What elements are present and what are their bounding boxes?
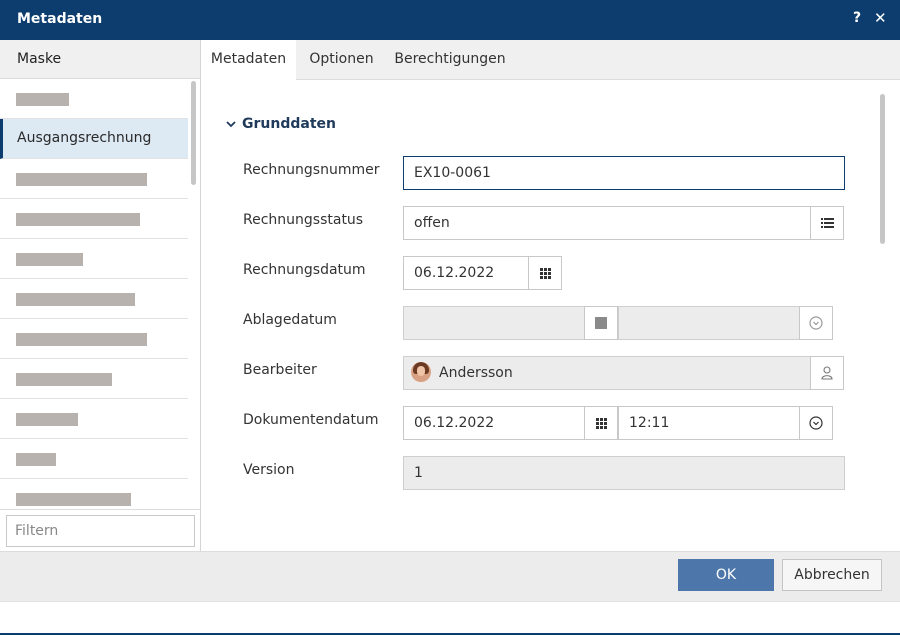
redacted-label — [16, 93, 69, 106]
mask-list-item[interactable] — [0, 239, 188, 279]
window-title: Metadaten — [17, 11, 103, 27]
label-bearbeiter: Bearbeiter — [243, 362, 317, 378]
redacted-label — [16, 413, 78, 426]
close-icon[interactable]: ✕ — [874, 9, 887, 27]
label-ablagedatum: Ablagedatum — [243, 312, 337, 328]
tab-optionen[interactable]: Optionen — [302, 40, 381, 80]
user-picker-button[interactable] — [810, 356, 844, 390]
filter-area — [0, 509, 200, 551]
mask-list-item[interactable] — [0, 279, 188, 319]
mask-list-item[interactable] — [0, 479, 188, 509]
redacted-label — [16, 453, 56, 466]
version-input: 1 — [403, 456, 845, 490]
tab-bar: Metadaten Optionen Berechtigungen — [201, 40, 900, 81]
mask-list-scrollbar[interactable] — [191, 81, 196, 185]
mask-list: Ausgangsrechnung — [0, 79, 188, 509]
mask-list-item[interactable] — [0, 79, 188, 119]
calendar-disabled-icon — [595, 317, 607, 329]
calendar-button[interactable] — [528, 256, 562, 290]
calendar-icon — [539, 267, 551, 279]
dokumentendatum-calendar-button[interactable] — [584, 406, 618, 440]
label-rechnungsdatum: Rechnungsdatum — [243, 262, 366, 278]
section-grunddaten[interactable]: Grunddaten — [226, 116, 336, 132]
redacted-label — [16, 173, 147, 186]
ablagedatum-date-input — [403, 306, 585, 340]
label-dokumentendatum: Dokumentendatum — [243, 412, 379, 428]
section-title: Grunddaten — [242, 116, 336, 132]
mask-list-item[interactable] — [0, 399, 188, 439]
rechnungsstatus-input[interactable]: offen — [403, 206, 811, 240]
clock-icon — [809, 416, 823, 430]
ablagedatum-time-input — [618, 306, 800, 340]
filter-input[interactable] — [6, 515, 195, 547]
form-scrollbar[interactable] — [880, 94, 885, 244]
redacted-label — [16, 293, 135, 306]
mask-list-item[interactable] — [0, 319, 188, 359]
ok-button[interactable]: OK — [678, 559, 774, 591]
mask-list-item-selected[interactable]: Ausgangsrechnung — [0, 119, 188, 159]
mask-list-item[interactable] — [0, 439, 188, 479]
label-version: Version — [243, 462, 295, 478]
user-avatar — [411, 362, 431, 382]
label-rechnungsnummer: Rechnungsnummer — [243, 162, 380, 178]
mask-list-item-label: Ausgangsrechnung — [17, 130, 152, 146]
cancel-button[interactable]: Abbrechen — [782, 559, 882, 591]
rechnungsnummer-input[interactable]: EX10-0061 — [403, 156, 845, 190]
redacted-label — [16, 373, 112, 386]
tab-metadaten[interactable]: Metadaten — [201, 40, 296, 81]
label-rechnungsstatus: Rechnungsstatus — [243, 212, 364, 228]
list-picker-button[interactable] — [810, 206, 844, 240]
mask-list-item[interactable] — [0, 199, 188, 239]
redacted-label — [16, 333, 147, 346]
dokumentendatum-time-input[interactable]: 12:11 — [618, 406, 800, 440]
ablagedatum-time-button — [799, 306, 833, 340]
mask-header-label: Maske — [17, 51, 62, 67]
help-icon[interactable]: ? — [853, 10, 861, 26]
mask-list-item[interactable] — [0, 159, 188, 199]
mask-header: Maske — [0, 40, 200, 79]
below-dialog-area — [0, 601, 900, 635]
list-icon — [820, 218, 834, 228]
bearbeiter-input[interactable]: Andersson — [403, 356, 811, 390]
rechnungsdatum-input[interactable]: 06.12.2022 — [403, 256, 529, 290]
tab-berechtigungen[interactable]: Berechtigungen — [389, 40, 511, 80]
redacted-label — [16, 213, 140, 226]
redacted-label — [16, 253, 83, 266]
chevron-down-icon — [226, 121, 236, 128]
mask-pane: Maske Ausgangsrechnung — [0, 40, 201, 551]
dokumentendatum-date-input[interactable]: 06.12.2022 — [403, 406, 585, 440]
mask-list-item[interactable] — [0, 359, 188, 399]
calendar-icon — [595, 417, 607, 429]
ablagedatum-calendar-button — [584, 306, 618, 340]
redacted-label — [16, 493, 131, 506]
person-icon — [821, 366, 833, 380]
title-bar: Metadaten ? ✕ — [0, 0, 900, 40]
clock-disabled-icon — [809, 316, 823, 330]
dokumentendatum-time-button[interactable] — [799, 406, 833, 440]
